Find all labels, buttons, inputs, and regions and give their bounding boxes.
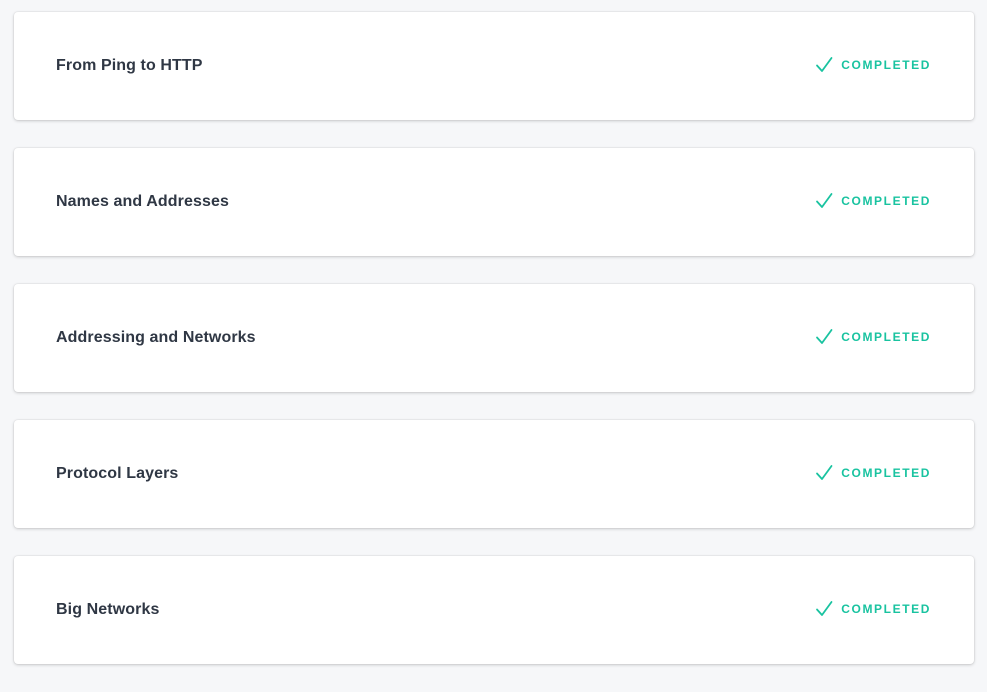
check-icon [816, 57, 833, 72]
status-text: COMPLETED [841, 466, 931, 480]
lesson-title: Addressing and Networks [56, 329, 256, 346]
lesson-title: Names and Addresses [56, 193, 229, 210]
status-text: COMPLETED [841, 194, 931, 208]
lesson-card-protocol-layers[interactable]: Protocol Layers COMPLETED [14, 420, 974, 528]
lesson-card-names-and-addresses[interactable]: Names and Addresses COMPLETED [14, 148, 974, 256]
lesson-status: COMPLETED [815, 464, 931, 482]
status-text: COMPLETED [841, 602, 931, 616]
lesson-status: COMPLETED [815, 56, 931, 74]
lesson-card-from-ping-to-http[interactable]: From Ping to HTTP COMPLETED [14, 12, 974, 120]
lesson-title: Big Networks [56, 601, 160, 618]
lesson-status: COMPLETED [815, 600, 931, 618]
lesson-status: COMPLETED [815, 192, 931, 210]
status-text: COMPLETED [841, 330, 931, 344]
check-icon [816, 329, 833, 344]
lesson-card-big-networks[interactable]: Big Networks COMPLETED [14, 556, 974, 664]
check-icon [816, 601, 833, 616]
status-text: COMPLETED [841, 58, 931, 72]
lesson-list: From Ping to HTTP COMPLETED Names and Ad… [14, 12, 974, 692]
lesson-status: COMPLETED [815, 328, 931, 346]
lesson-title: Protocol Layers [56, 465, 179, 482]
lesson-title: From Ping to HTTP [56, 57, 203, 74]
check-icon [816, 193, 833, 208]
check-icon [816, 465, 833, 480]
lesson-card-addressing-and-networks[interactable]: Addressing and Networks COMPLETED [14, 284, 974, 392]
